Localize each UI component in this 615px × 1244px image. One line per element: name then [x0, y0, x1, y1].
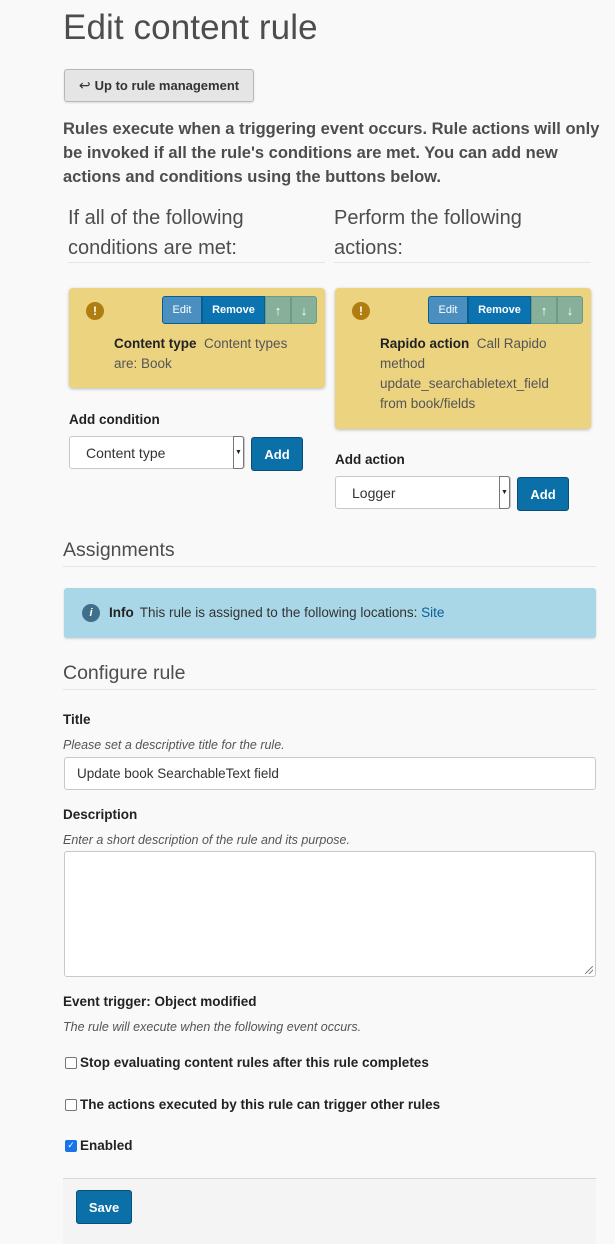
assignments-info-box: i Info This rule is assigned to the follo… [64, 588, 596, 638]
add-condition-label: Add condition [69, 412, 160, 427]
condition-move-down-button[interactable]: ↓ [291, 296, 317, 324]
event-trigger-help: The rule will execute when the following… [63, 1020, 362, 1034]
action-text: Rapido action Call Rapido method update_… [380, 334, 560, 414]
condition-text: Content type Content types are: Book [114, 334, 314, 374]
intro-text: Rules execute when a triggering event oc… [63, 120, 600, 186]
form-footer [63, 1178, 596, 1244]
condition-move-up-button[interactable]: ↑ [265, 296, 291, 324]
description-textarea[interactable] [64, 851, 596, 977]
cascade-checkbox-row[interactable]: The actions executed by this rule can tr… [65, 1097, 440, 1112]
warning-icon: ! [86, 302, 104, 320]
assignments-heading: Assignments [63, 539, 596, 567]
stop-evaluating-checkbox-row[interactable]: Stop evaluating content rules after this… [65, 1055, 429, 1070]
warning-icon: ! [352, 302, 370, 320]
page-title: Edit content rule [63, 8, 318, 47]
add-action-button[interactable]: Add [517, 477, 569, 511]
cascade-checkbox[interactable] [65, 1098, 77, 1111]
enabled-checkbox[interactable]: ✓ [65, 1139, 77, 1152]
enabled-checkbox-row[interactable]: ✓ Enabled [65, 1138, 133, 1153]
enabled-label: Enabled [80, 1138, 133, 1153]
return-arrow-icon: ↩ [78, 77, 91, 93]
actions-heading: Perform the following actions: [334, 203, 591, 263]
save-button[interactable]: Save [76, 1190, 132, 1224]
condition-type-select[interactable]: Content type ▼ [69, 436, 245, 469]
description-help: Enter a short description of the rule an… [63, 833, 350, 847]
condition-card: ! Edit Remove ↑ ↓ Content type Content t… [69, 288, 325, 388]
add-action-label: Add action [335, 452, 405, 467]
action-card: ! Edit Remove ↑ ↓ Rapido action Call Rap… [335, 288, 591, 429]
up-to-rule-management-button[interactable]: ↩ Up to rule management [64, 69, 254, 102]
action-button-group: Edit Remove ↑ ↓ [428, 296, 583, 324]
stop-evaluating-label: Stop evaluating content rules after this… [80, 1055, 429, 1070]
chevron-down-icon: ▼ [233, 436, 244, 469]
info-icon: i [82, 604, 100, 622]
condition-remove-button[interactable]: Remove [202, 296, 265, 324]
info-text: This rule is assigned to the following l… [139, 605, 418, 620]
action-move-down-button[interactable]: ↓ [557, 296, 583, 324]
action-remove-button[interactable]: Remove [468, 296, 531, 324]
action-select-value: Logger [352, 484, 396, 501]
title-value: Update book SearchableText field [77, 766, 279, 781]
condition-edit-button[interactable]: Edit [162, 296, 202, 324]
chevron-down-icon: ▼ [499, 476, 510, 509]
action-move-up-button[interactable]: ↑ [531, 296, 557, 324]
condition-select-value: Content type [86, 444, 166, 461]
info-message: Info This rule is assigned to the followi… [109, 604, 444, 622]
site-link[interactable]: Site [421, 605, 444, 620]
title-input[interactable]: Update book SearchableText field [64, 757, 596, 790]
stop-evaluating-checkbox[interactable] [65, 1056, 77, 1069]
add-condition-button[interactable]: Add [251, 437, 303, 471]
conditions-heading: If all of the following conditions are m… [68, 203, 325, 263]
description-label: Description [63, 807, 138, 822]
condition-name: Content type [114, 336, 197, 351]
action-name: Rapido action [380, 336, 470, 351]
resize-handle-icon[interactable] [585, 966, 593, 974]
configure-heading: Configure rule [63, 662, 596, 690]
action-edit-button[interactable]: Edit [428, 296, 468, 324]
title-label: Title [63, 712, 91, 727]
event-trigger-label: Event trigger: Object modified [63, 994, 257, 1009]
up-button-label: Up to rule management [94, 78, 240, 93]
condition-button-group: Edit Remove ↑ ↓ [162, 296, 317, 324]
action-type-select[interactable]: Logger ▼ [335, 476, 511, 509]
cascade-label: The actions executed by this rule can tr… [80, 1097, 441, 1112]
title-help: Please set a descriptive title for the r… [63, 738, 285, 752]
info-label: Info [109, 605, 134, 620]
